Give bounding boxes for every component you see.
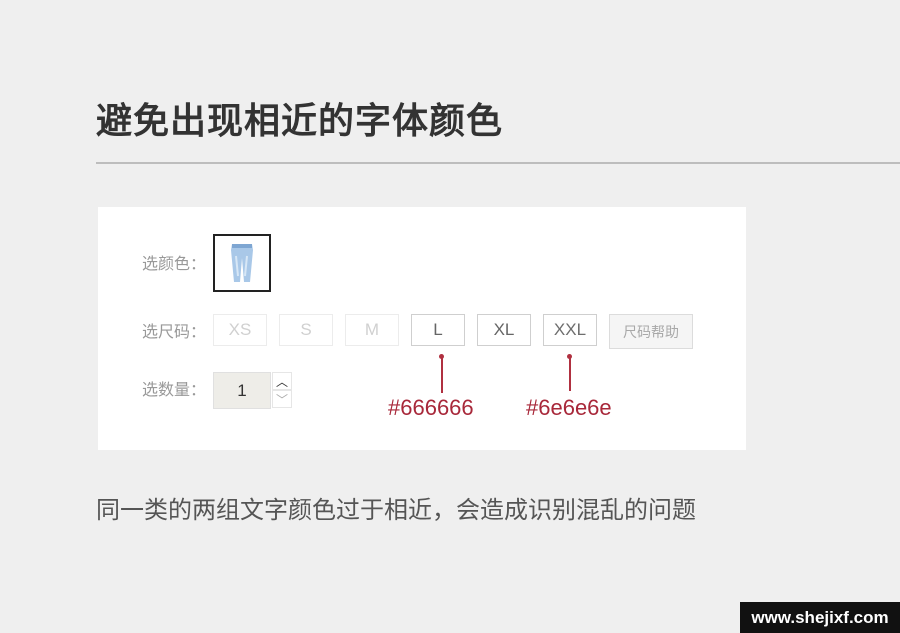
annotation-pin-left [441,357,443,393]
chevron-up-icon: ︿ [275,374,288,389]
title-divider [96,162,900,164]
size-option-xxl[interactable]: XXL [543,314,597,346]
quantity-label: 选数量： [142,380,207,399]
color-swatch[interactable] [213,234,271,292]
annotation-color-right: #6e6e6e [526,395,612,420]
size-help-button[interactable]: 尺码帮助 [609,314,693,349]
color-label: 选颜色： [142,254,207,273]
caption-text: 同一类的两组文字颜色过于相近，会造成识别混乱的问题 [96,496,696,524]
size-option-l[interactable]: L [411,314,465,346]
page-title: 避免出现相近的字体颜色 [96,101,504,142]
size-option-xs: XS [213,314,267,346]
quantity-input[interactable]: 1 [213,372,271,409]
annotation-pin-right [569,357,571,391]
watermark: www.shejixf.com [740,602,900,633]
chevron-down-icon: ﹀ [275,392,288,407]
product-options-card: 选颜色： 选尺码： XS S M L XL XXL 尺码帮助 选数量： 1 ︿ … [98,207,746,450]
annotation-color-left: #666666 [388,395,474,420]
quantity-increase-button[interactable]: ︿ [272,372,292,390]
size-option-s: S [279,314,333,346]
size-label: 选尺码： [142,322,207,341]
size-option-m: M [345,314,399,346]
quantity-decrease-button[interactable]: ﹀ [272,390,292,408]
size-option-xl[interactable]: XL [477,314,531,346]
jeans-thumbnail-icon [215,236,269,290]
